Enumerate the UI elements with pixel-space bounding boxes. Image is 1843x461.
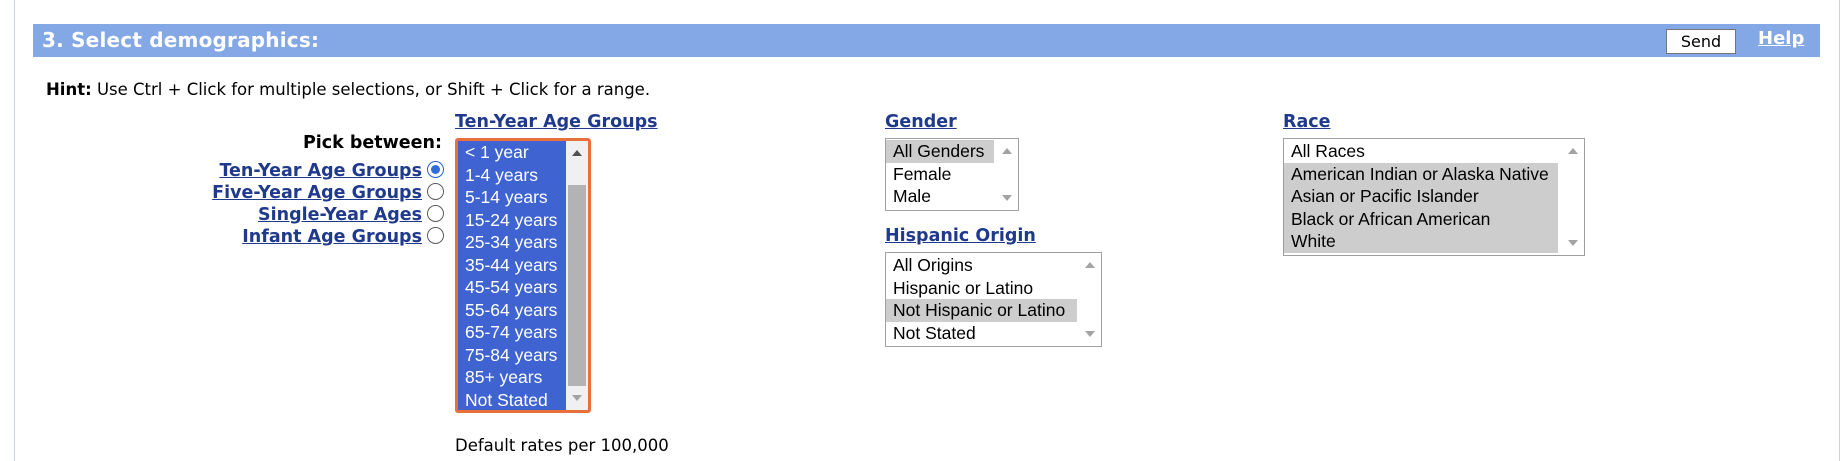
radio-single-year[interactable] [427,204,444,222]
hispanic-option[interactable]: Hispanic or Latino [886,277,1077,300]
radio-row-ten-year[interactable]: Ten-Year Age Groups [150,160,444,182]
age-option[interactable]: 75-84 years [458,343,566,366]
race-option[interactable]: All Races [1284,140,1558,163]
age-groups-options: < 1 year 1-4 years 5-14 years 15-24 year… [458,141,566,410]
radio-row-infant[interactable]: Infant Age Groups [150,226,444,248]
scroll-up-icon[interactable] [1085,262,1095,268]
radio-five-year[interactable] [427,182,444,200]
age-option[interactable]: 65-74 years [458,321,566,344]
hispanic-option[interactable]: All Origins [886,254,1077,277]
scroll-down-icon[interactable] [1568,240,1578,246]
age-option[interactable]: 55-64 years [458,298,566,321]
hint-text: Hint: Use Ctrl + Click for multiple sele… [46,80,650,99]
race-option[interactable]: Asian or Pacific Islander [1284,185,1558,208]
age-option[interactable]: 35-44 years [458,253,566,276]
radio-row-five-year[interactable]: Five-Year Age Groups [150,182,444,204]
radio-label-ten-year[interactable]: Ten-Year Age Groups [219,161,422,181]
gender-option[interactable]: All Genders [886,140,994,163]
race-heading[interactable]: Race [1283,112,1331,132]
gender-heading[interactable]: Gender [885,112,957,132]
hispanic-option[interactable]: Not Stated [886,322,1077,345]
age-groups-heading[interactable]: Ten-Year Age Groups [455,112,658,132]
race-listbox[interactable]: All Races American Indian or Alaska Nati… [1283,138,1585,256]
scroll-up-icon[interactable] [1002,148,1012,154]
race-option[interactable]: Black or African American [1284,207,1558,230]
age-option[interactable]: 85+ years [458,366,566,389]
radio-label-five-year[interactable]: Five-Year Age Groups [212,183,422,203]
section-title: 3. Select demographics: [42,28,320,52]
race-options: All Races American Indian or Alaska Nati… [1284,140,1558,253]
hispanic-origin-scrollbar[interactable] [1079,253,1101,346]
hispanic-origin-listbox[interactable]: All Origins Hispanic or Latino Not Hispa… [885,252,1102,347]
gender-listbox[interactable]: All Genders Female Male [885,138,1019,211]
age-option[interactable]: 25-34 years [458,231,566,254]
gender-scrollbar[interactable] [996,139,1018,210]
radio-row-single-year[interactable]: Single-Year Ages [150,204,444,226]
pick-between-label: Pick between: [302,133,442,153]
default-rates-note: Default rates per 100,000 [455,436,669,455]
section-header: 3. Select demographics: Send Help [33,24,1820,57]
age-groups-listbox[interactable]: < 1 year 1-4 years 5-14 years 15-24 year… [455,138,591,413]
hispanic-option[interactable]: Not Hispanic or Latino [886,299,1077,322]
hispanic-origin-options: All Origins Hispanic or Latino Not Hispa… [886,254,1077,344]
race-option[interactable]: White [1284,230,1558,253]
radio-label-single-year[interactable]: Single-Year Ages [258,205,422,225]
age-groups-scroll-thumb[interactable] [568,185,586,386]
radio-ten-year[interactable] [427,160,444,178]
radio-infant[interactable] [427,226,444,244]
gender-option[interactable]: Female [886,163,994,186]
age-groups-scrollbar[interactable] [566,141,588,410]
help-link[interactable]: Help [1758,28,1804,49]
age-option[interactable]: 5-14 years [458,186,566,209]
scroll-down-icon[interactable] [1085,331,1095,337]
send-button[interactable]: Send [1666,29,1736,54]
age-option[interactable]: < 1 year [458,141,566,164]
hispanic-origin-heading[interactable]: Hispanic Origin [885,226,1036,246]
age-option[interactable]: 1-4 years [458,163,566,186]
radio-label-infant[interactable]: Infant Age Groups [242,227,422,247]
age-option[interactable]: 15-24 years [458,208,566,231]
race-option[interactable]: American Indian or Alaska Native [1284,162,1558,185]
scroll-up-icon[interactable] [572,150,582,156]
age-option[interactable]: 45-54 years [458,276,566,299]
scroll-down-icon[interactable] [572,395,582,401]
scroll-down-icon[interactable] [1002,195,1012,201]
hint-body: Use Ctrl + Click for multiple selections… [91,80,651,99]
age-option[interactable]: Not Stated [458,388,566,410]
gender-option[interactable]: Male [886,185,994,208]
race-scrollbar[interactable] [1562,139,1584,255]
gender-options: All Genders Female Male [886,140,994,208]
scroll-up-icon[interactable] [1568,148,1578,154]
hint-label: Hint: [46,80,92,99]
